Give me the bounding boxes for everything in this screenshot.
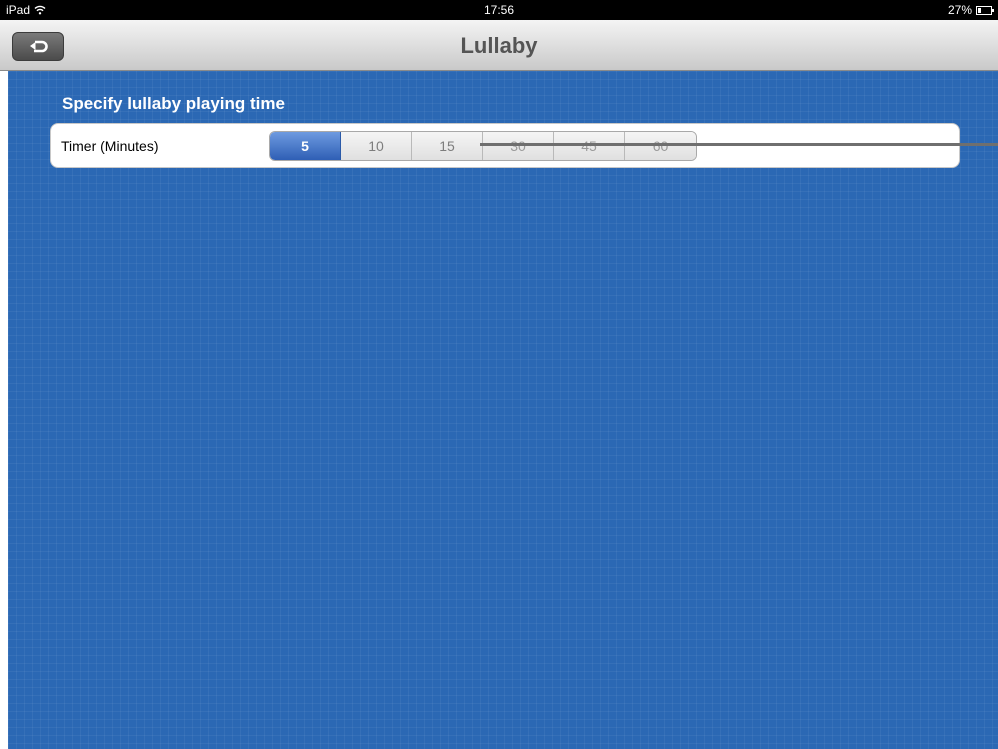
battery-percent: 27% — [947, 3, 972, 17]
timer-option-60[interactable]: 60 — [625, 132, 696, 160]
page-title: Lullaby — [460, 33, 538, 58]
section-title: Specify lullaby playing time — [62, 94, 285, 113]
battery-icon — [976, 5, 994, 15]
timer-segmented-control: 5 10 15 30 45 60 — [269, 131, 697, 161]
status-time: 17:56 — [483, 3, 515, 17]
timer-label: Timer (Minutes) — [61, 138, 159, 154]
status-bar: iPad 17:56 27% — [0, 0, 998, 20]
timer-option-45[interactable]: 45 — [554, 132, 625, 160]
timer-option-30[interactable]: 30 — [483, 132, 554, 160]
timer-option-10[interactable]: 10 — [341, 132, 412, 160]
navigation-bar: Lullaby — [0, 20, 998, 71]
status-right: 27% — [947, 3, 994, 17]
timer-option-15[interactable]: 15 — [412, 132, 483, 160]
main-content: Specify lullaby playing time Timer (Minu… — [8, 71, 998, 749]
timer-option-5[interactable]: 5 — [270, 132, 341, 160]
strikethrough-line — [480, 143, 998, 146]
